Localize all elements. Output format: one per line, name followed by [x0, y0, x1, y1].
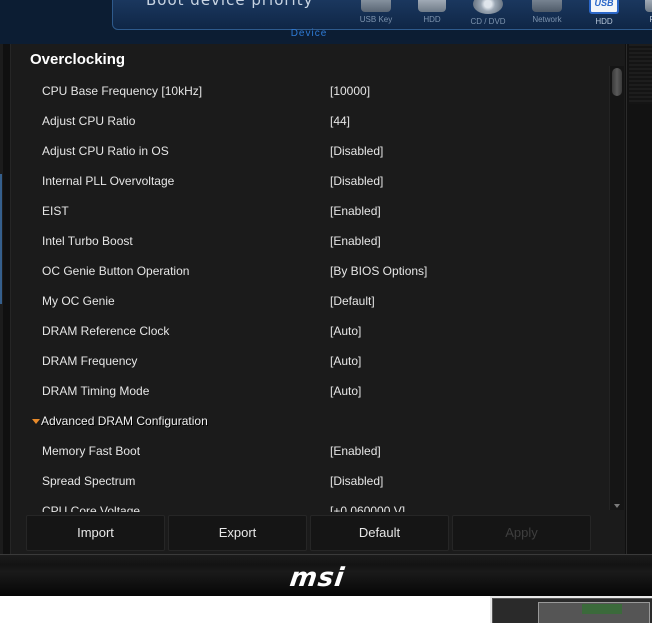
setting-name: DRAM Frequency	[42, 354, 138, 368]
right-side-panel	[626, 44, 652, 554]
boot-device-network[interactable]: Network	[527, 0, 567, 24]
boot-device-hdd[interactable]: HDD	[416, 0, 448, 24]
setting-name: My OC Genie	[42, 294, 115, 308]
setting-value: [44]	[330, 114, 351, 128]
export-button[interactable]: Export	[168, 515, 307, 551]
setting-row-memory-fast-boot[interactable]: Memory Fast Boot [Enabled]	[0, 437, 600, 467]
boot-device-usb-key[interactable]: USB Key	[356, 0, 396, 24]
setting-value: [Auto]	[330, 324, 362, 338]
setting-name: DRAM Reference Clock	[42, 324, 170, 338]
submenu-arrow-icon	[32, 419, 40, 424]
setting-value: [Disabled]	[330, 474, 384, 488]
submenu-advanced-dram-configuration[interactable]: Advanced DRAM Configuration	[0, 407, 600, 437]
background-area	[0, 596, 490, 623]
right-panel-texture	[629, 44, 652, 104]
network-icon	[532, 0, 562, 12]
photo-corner	[490, 596, 652, 623]
setting-name: DRAM Timing Mode	[42, 384, 150, 398]
setting-value: [10000]	[330, 84, 371, 98]
setting-value: [Enabled]	[330, 204, 381, 218]
boot-priority-title: Boot device priority	[146, 0, 314, 9]
import-button[interactable]: Import	[26, 515, 165, 551]
setting-name: EIST	[42, 204, 69, 218]
setting-row-intel-turbo-boost[interactable]: Intel Turbo Boost [Enabled]	[0, 227, 600, 257]
boot-device-bar: Boot device priority USB Key HDD CD / DV…	[0, 0, 652, 44]
setting-value: [Enabled]	[330, 234, 381, 248]
boot-device-cd-dvd[interactable]: CD / DVD	[468, 0, 508, 26]
setting-name: Spread Spectrum	[42, 474, 136, 488]
setting-value: [Auto]	[330, 354, 362, 368]
setting-value: [By BIOS Options]	[330, 264, 428, 278]
setting-row-internal-pll-overvoltage[interactable]: Internal PLL Overvoltage [Disabled]	[0, 167, 600, 197]
setting-value: [Default]	[330, 294, 375, 308]
usb-key-icon	[361, 0, 391, 12]
setting-value: [+0.060000 V]	[330, 504, 406, 512]
setting-row-dram-timing-mode[interactable]: DRAM Timing Mode [Auto]	[0, 377, 600, 407]
submenu-name: Advanced DRAM Configuration	[41, 414, 208, 428]
device-caption: Device	[290, 28, 328, 39]
default-button[interactable]: Default	[310, 515, 449, 551]
usb-hdd-icon: USB	[589, 0, 619, 14]
scrollbar-thumb[interactable]	[612, 68, 622, 96]
cd-dvd-icon	[473, 0, 503, 14]
section-title: Overclocking	[30, 51, 126, 68]
msi-logo: msi	[287, 563, 347, 593]
setting-row-spread-spectrum[interactable]: Spread Spectrum [Disabled]	[0, 467, 600, 497]
setting-row-cpu-base-frequency[interactable]: CPU Base Frequency [10kHz] [10000]	[0, 77, 600, 107]
scroll-down-icon[interactable]	[614, 504, 620, 508]
setting-value: [Disabled]	[330, 174, 384, 188]
setting-row-dram-frequency[interactable]: DRAM Frequency [Auto]	[0, 347, 600, 377]
setting-name: Internal PLL Overvoltage	[42, 174, 175, 188]
setting-row-eist[interactable]: EIST [Enabled]	[0, 197, 600, 227]
photo-device-indicator	[582, 604, 622, 614]
floppy-icon	[645, 0, 652, 12]
setting-value: [Enabled]	[330, 444, 381, 458]
setting-row-adjust-cpu-ratio[interactable]: Adjust CPU Ratio [44]	[0, 107, 600, 137]
boot-device-usb-hdd[interactable]: USB HDD	[586, 0, 622, 26]
setting-name: Intel Turbo Boost	[42, 234, 133, 248]
footer-bar: msi	[0, 554, 652, 597]
setting-name: Memory Fast Boot	[42, 444, 141, 458]
setting-value: [Disabled]	[330, 144, 384, 158]
setting-row-cpu-core-voltage[interactable]: CPU Core Voltage [+0.060000 V]	[0, 497, 600, 512]
setting-row-dram-reference-clock[interactable]: DRAM Reference Clock [Auto]	[0, 317, 600, 347]
boot-device-floppy[interactable]: F	[642, 0, 652, 24]
settings-scrollbar[interactable]	[609, 66, 624, 510]
setting-name: CPU Base Frequency [10kHz]	[42, 84, 203, 98]
hdd-icon	[418, 0, 446, 12]
setting-name: CPU Core Voltage	[42, 504, 141, 512]
setting-name: Adjust CPU Ratio in OS	[42, 144, 169, 158]
main-window: Overclocking CPU Base Frequency [10kHz] …	[0, 44, 652, 554]
setting-row-oc-genie-button-operation[interactable]: OC Genie Button Operation [By BIOS Optio…	[0, 257, 600, 287]
setting-name: Adjust CPU Ratio	[42, 114, 136, 128]
setting-value: [Auto]	[330, 384, 362, 398]
setting-row-adjust-cpu-ratio-in-os[interactable]: Adjust CPU Ratio in OS [Disabled]	[0, 137, 600, 167]
setting-row-my-oc-genie[interactable]: My OC Genie [Default]	[0, 287, 600, 317]
settings-list: CPU Base Frequency [10kHz] [10000] Adjus…	[0, 77, 600, 512]
setting-name: OC Genie Button Operation	[42, 264, 190, 278]
apply-button[interactable]: Apply	[452, 515, 591, 551]
